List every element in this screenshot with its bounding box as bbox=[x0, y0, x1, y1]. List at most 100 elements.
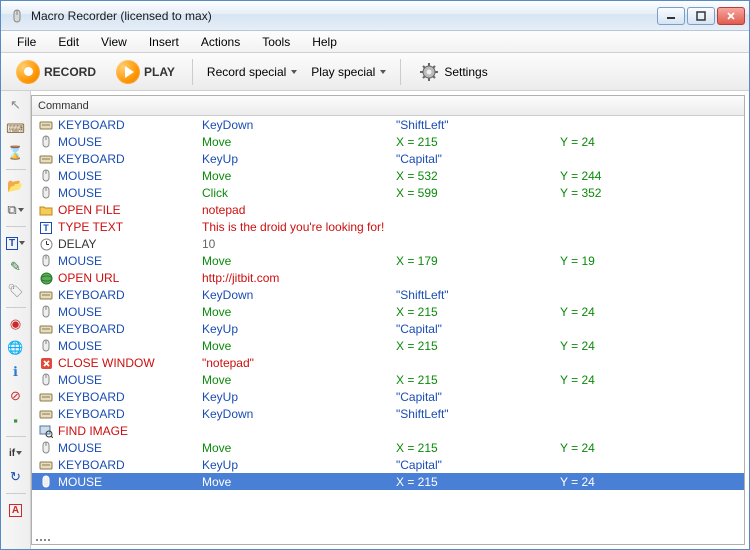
row-param-x: X = 215 bbox=[396, 373, 556, 387]
chevron-down-icon bbox=[291, 70, 297, 74]
command-row[interactable]: KEYBOARDKeyDown"ShiftLeft" bbox=[32, 116, 744, 133]
status-icon[interactable]: ▪ bbox=[5, 410, 27, 430]
row-action: Move bbox=[202, 305, 392, 319]
globe-icon[interactable]: 🌐 bbox=[5, 338, 27, 358]
record-button[interactable]: RECORD bbox=[9, 57, 103, 87]
wand-icon[interactable]: ✎ bbox=[5, 257, 27, 277]
command-row[interactable]: MOUSEMoveX = 215Y = 24 bbox=[32, 371, 744, 388]
command-row[interactable]: KEYBOARDKeyUp"Capital" bbox=[32, 150, 744, 167]
command-row[interactable]: KEYBOARDKeyUp"Capital" bbox=[32, 320, 744, 337]
command-row[interactable]: KEYBOARDKeyDown"ShiftLeft" bbox=[32, 286, 744, 303]
command-row[interactable]: OPEN URLhttp://jitbit.com bbox=[32, 269, 744, 286]
toolbar-separator bbox=[400, 59, 401, 85]
row-param-x: "ShiftLeft" bbox=[396, 288, 556, 302]
menu-insert[interactable]: Insert bbox=[139, 33, 189, 51]
row-action: http://jitbit.com bbox=[202, 271, 392, 285]
row-type: KEYBOARD bbox=[58, 458, 198, 472]
command-row[interactable]: MOUSEMoveX = 179Y = 19 bbox=[32, 252, 744, 269]
row-action: Move bbox=[202, 373, 392, 387]
play-special-dropdown[interactable]: Play special bbox=[307, 61, 390, 83]
settings-label: Settings bbox=[444, 65, 487, 79]
settings-button[interactable]: Settings bbox=[411, 57, 494, 87]
row-action: Click bbox=[202, 186, 392, 200]
row-param-y: Y = 24 bbox=[560, 475, 738, 489]
loop-icon[interactable]: ↻ bbox=[5, 467, 27, 487]
command-row[interactable]: MOUSEMoveX = 215Y = 24 bbox=[32, 439, 744, 456]
row-type: MOUSE bbox=[58, 135, 198, 149]
row-action: Move bbox=[202, 254, 392, 268]
command-row[interactable]: MOUSEMoveX = 215Y = 24 bbox=[32, 133, 744, 150]
play-button[interactable]: PLAY bbox=[109, 57, 182, 87]
command-row[interactable]: MOUSEMoveX = 532Y = 244 bbox=[32, 167, 744, 184]
record-icon-red[interactable]: ◉ bbox=[5, 314, 27, 334]
tag-icon[interactable]: 🏷 bbox=[5, 281, 27, 301]
row-icon bbox=[38, 440, 54, 455]
row-param-y: Y = 24 bbox=[560, 339, 738, 353]
row-param-x: "ShiftLeft" bbox=[396, 118, 556, 132]
play-label: PLAY bbox=[144, 65, 175, 79]
copy-icon[interactable]: ⧉ bbox=[5, 200, 27, 220]
command-row[interactable]: TTYPE TEXTThis is the droid you're looki… bbox=[32, 218, 744, 235]
hourglass-icon[interactable]: ⌛ bbox=[5, 143, 27, 163]
command-row[interactable]: MOUSEMoveX = 215Y = 24 bbox=[32, 303, 744, 320]
row-type: MOUSE bbox=[58, 169, 198, 183]
cursor-icon[interactable]: ↖ bbox=[5, 95, 27, 115]
row-type: MOUSE bbox=[58, 339, 198, 353]
play-special-label: Play special bbox=[311, 65, 375, 79]
column-header[interactable]: Command bbox=[32, 96, 744, 116]
command-row[interactable]: MOUSEMoveX = 215Y = 24 bbox=[32, 337, 744, 354]
menu-file[interactable]: File bbox=[7, 33, 46, 51]
menu-view[interactable]: View bbox=[91, 33, 137, 51]
record-special-dropdown[interactable]: Record special bbox=[203, 61, 301, 83]
window-controls bbox=[657, 7, 745, 25]
row-action: KeyUp bbox=[202, 322, 392, 336]
row-type: KEYBOARD bbox=[58, 118, 198, 132]
row-icon bbox=[38, 270, 54, 284]
row-type: MOUSE bbox=[58, 254, 198, 268]
open-file-icon[interactable]: 📂 bbox=[5, 176, 27, 196]
command-row[interactable]: KEYBOARDKeyUp"Capital" bbox=[32, 456, 744, 473]
row-icon bbox=[38, 338, 54, 353]
label-a-icon[interactable]: A bbox=[5, 500, 27, 520]
menu-edit[interactable]: Edit bbox=[48, 33, 89, 51]
command-row[interactable]: KEYBOARDKeyUp"Capital" bbox=[32, 388, 744, 405]
row-param-x: X = 599 bbox=[396, 186, 556, 200]
rail-separator bbox=[6, 493, 26, 494]
play-icon bbox=[116, 60, 140, 84]
row-icon bbox=[38, 372, 54, 387]
row-action: KeyDown bbox=[202, 407, 392, 421]
command-row[interactable]: KEYBOARDKeyDown"ShiftLeft" bbox=[32, 405, 744, 422]
command-rows[interactable]: KEYBOARDKeyDown"ShiftLeft"MOUSEMoveX = 2… bbox=[32, 116, 744, 536]
row-action: 10 bbox=[202, 237, 392, 251]
menu-tools[interactable]: Tools bbox=[252, 33, 300, 51]
row-icon bbox=[38, 134, 54, 149]
minimize-button[interactable] bbox=[657, 7, 685, 25]
gear-icon bbox=[418, 61, 440, 83]
command-row[interactable]: FIND IMAGE bbox=[32, 422, 744, 439]
info-icon[interactable]: ℹ bbox=[5, 362, 27, 382]
keyboard-icon[interactable]: ⌨ bbox=[5, 119, 27, 139]
row-icon bbox=[38, 407, 54, 421]
row-type: FIND IMAGE bbox=[58, 424, 198, 438]
command-row[interactable]: MOUSEMoveX = 215Y = 24 bbox=[32, 473, 744, 490]
maximize-button[interactable] bbox=[687, 7, 715, 25]
command-row[interactable]: CLOSE WINDOW"notepad" bbox=[32, 354, 744, 371]
command-row[interactable]: OPEN FILEnotepad bbox=[32, 201, 744, 218]
text-tool-icon[interactable]: T bbox=[5, 233, 27, 253]
row-icon bbox=[38, 474, 54, 489]
row-action: This is the droid you're looking for! bbox=[202, 220, 392, 234]
rail-separator bbox=[6, 307, 26, 308]
command-row[interactable]: DELAY10 bbox=[32, 235, 744, 252]
row-action: Move bbox=[202, 475, 392, 489]
row-param-y: Y = 24 bbox=[560, 135, 738, 149]
window-title: Macro Recorder (licensed to max) bbox=[31, 9, 657, 23]
menu-help[interactable]: Help bbox=[302, 33, 347, 51]
row-param-x: X = 215 bbox=[396, 135, 556, 149]
close-button[interactable] bbox=[717, 7, 745, 25]
row-type: OPEN FILE bbox=[58, 203, 198, 217]
cancel-icon[interactable]: ⊘ bbox=[5, 386, 27, 406]
row-action: Move bbox=[202, 441, 392, 455]
menu-actions[interactable]: Actions bbox=[191, 33, 250, 51]
command-row[interactable]: MOUSEClickX = 599Y = 352 bbox=[32, 184, 744, 201]
if-icon[interactable]: if bbox=[5, 443, 27, 463]
